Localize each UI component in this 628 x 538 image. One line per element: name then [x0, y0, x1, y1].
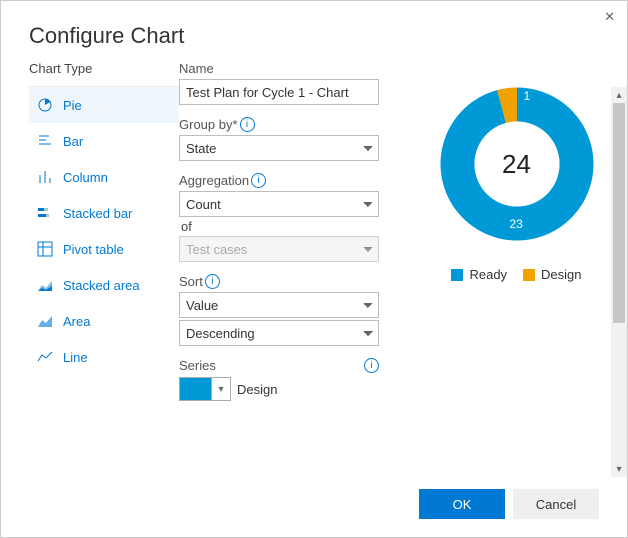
scroll-thumb[interactable]: [613, 103, 625, 323]
chevron-down-icon: ▾: [211, 378, 230, 400]
group-by-label: Group by* i: [179, 117, 394, 132]
chart-type-label: Column: [63, 170, 108, 185]
legend-item-design: Design: [523, 267, 581, 282]
dialog-title: Configure Chart: [1, 1, 627, 59]
bar-icon: [37, 133, 53, 149]
aggregation-select[interactable]: Count: [179, 191, 379, 217]
ok-button[interactable]: OK: [419, 489, 505, 519]
chart-type-panel: Chart Type Pie Bar Column Stacked bar Pivot …: [29, 59, 179, 477]
pie-icon: [37, 97, 53, 113]
stacked-area-icon: [37, 277, 53, 293]
info-icon[interactable]: i: [205, 274, 220, 289]
chart-preview: 24 1 23 Ready Design: [404, 59, 619, 477]
chart-config-form: Name Group by* i State Aggregation i C: [179, 59, 404, 477]
scroll-down-icon[interactable]: ▾: [611, 461, 627, 477]
scroll-up-icon[interactable]: ▴: [611, 87, 627, 103]
configure-chart-dialog: ✕ Configure Chart Chart Type Pie Bar Colum…: [0, 0, 628, 538]
aggregation-label: Aggregation i: [179, 173, 394, 188]
pivot-table-icon: [37, 241, 53, 257]
sort-field-select[interactable]: Value: [179, 292, 379, 318]
slice-label-ready: 23: [510, 217, 523, 231]
chart-type-pie[interactable]: Pie: [29, 87, 179, 123]
chart-type-stacked-bar[interactable]: Stacked bar: [29, 195, 179, 231]
column-icon: [37, 169, 53, 185]
name-input[interactable]: [179, 79, 379, 105]
group-by-select[interactable]: State: [179, 135, 379, 161]
series-label: Series i: [179, 358, 379, 373]
donut-chart: 24 1 23: [432, 79, 602, 249]
legend: Ready Design: [451, 267, 581, 282]
chart-type-column[interactable]: Column: [29, 159, 179, 195]
name-label: Name: [179, 61, 394, 76]
info-icon[interactable]: i: [364, 358, 379, 373]
close-icon[interactable]: ✕: [604, 9, 615, 25]
chart-type-label: Chart Type: [29, 61, 179, 76]
stacked-bar-icon: [37, 205, 53, 221]
chart-type-bar[interactable]: Bar: [29, 123, 179, 159]
slice-label-design: 1: [524, 89, 531, 103]
of-select: Test cases: [179, 236, 379, 262]
chart-type-stacked-area[interactable]: Stacked area: [29, 267, 179, 303]
chart-type-pivot-table[interactable]: Pivot table: [29, 231, 179, 267]
sort-direction-select[interactable]: Descending: [179, 320, 379, 346]
cancel-button[interactable]: Cancel: [513, 489, 599, 519]
chart-type-label: Pivot table: [63, 242, 124, 257]
series-name: Design: [237, 382, 277, 397]
series-color-picker[interactable]: ▾: [179, 377, 231, 401]
chart-type-label: Stacked area: [63, 278, 140, 293]
scrollbar[interactable]: ▴ ▾: [611, 87, 627, 477]
of-label: of: [181, 219, 394, 234]
chart-type-label: Area: [63, 314, 90, 329]
info-icon[interactable]: i: [240, 117, 255, 132]
chart-type-label: Pie: [63, 98, 82, 113]
chart-type-area[interactable]: Area: [29, 303, 179, 339]
info-icon[interactable]: i: [251, 173, 266, 188]
chart-type-line[interactable]: Line: [29, 339, 179, 375]
sort-label: Sort i: [179, 274, 394, 289]
line-icon: [37, 349, 53, 365]
chart-type-label: Stacked bar: [63, 206, 132, 221]
area-icon: [37, 313, 53, 329]
chart-type-label: Line: [63, 350, 88, 365]
legend-item-ready: Ready: [451, 267, 507, 282]
chart-type-label: Bar: [63, 134, 83, 149]
